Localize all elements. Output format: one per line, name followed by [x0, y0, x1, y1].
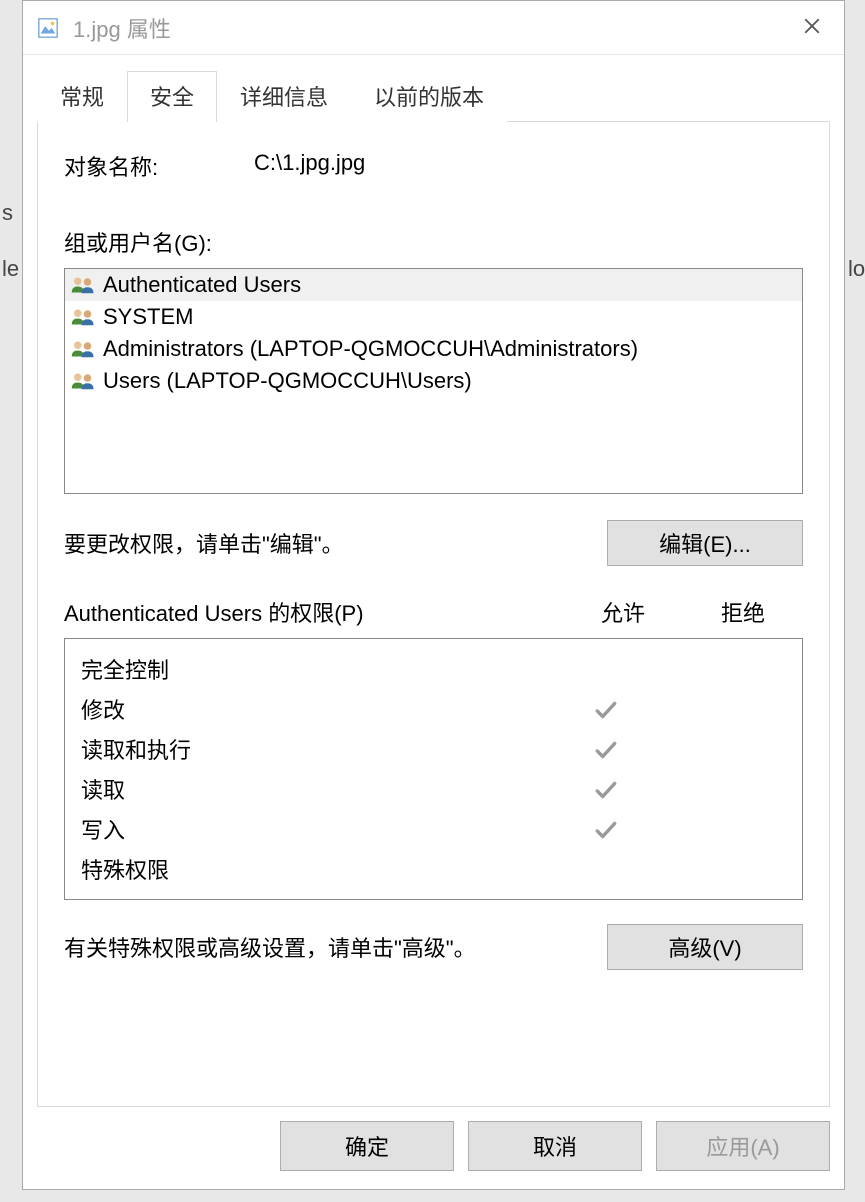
- cancel-button[interactable]: 取消: [468, 1121, 642, 1171]
- advanced-button[interactable]: 高级(V): [607, 924, 803, 970]
- titlebar: 1.jpg 属性: [23, 1, 844, 55]
- tab-previous-versions[interactable]: 以前的版本: [351, 71, 507, 122]
- permissions-header-deny: 拒绝: [683, 596, 803, 628]
- permission-row: 修改: [65, 689, 802, 729]
- permission-allow: [546, 775, 666, 802]
- list-item-label: Users (LAPTOP-QGMOCCUH\Users): [103, 368, 472, 394]
- permission-allow: [546, 695, 666, 722]
- permission-row: 读取: [65, 769, 802, 809]
- permission-allow: [546, 735, 666, 762]
- permission-name: 写入: [81, 813, 546, 845]
- list-item[interactable]: Administrators (LAPTOP-QGMOCCUH\Administ…: [65, 333, 802, 365]
- dialog-footer: 确定 取消 应用(A): [23, 1107, 844, 1189]
- permission-name: 特殊权限: [81, 853, 546, 885]
- object-name-label: 对象名称:: [64, 150, 254, 182]
- permission-row: 读取和执行: [65, 729, 802, 769]
- tab-general[interactable]: 常规: [37, 71, 127, 122]
- permission-name: 修改: [81, 693, 546, 725]
- list-item[interactable]: Authenticated Users: [65, 269, 802, 301]
- permissions-header: Authenticated Users 的权限(P) 允许 拒绝: [64, 596, 803, 628]
- tab-panel-security: 对象名称: C:\1.jpg.jpg 组或用户名(G): Authenticat…: [37, 121, 830, 1107]
- list-item-label: SYSTEM: [103, 304, 193, 330]
- permissions-header-allow: 允许: [563, 596, 683, 628]
- list-item[interactable]: SYSTEM: [65, 301, 802, 333]
- users-icon: [71, 339, 95, 359]
- window-title: 1.jpg 属性: [73, 12, 790, 44]
- edit-hint-text: 要更改权限，请单击"编辑"。: [64, 527, 607, 559]
- bg-text: s: [2, 200, 13, 226]
- close-icon: [803, 17, 821, 35]
- permission-row: 写入: [65, 809, 802, 849]
- permissions-header-name: Authenticated Users 的权限(P): [64, 596, 563, 628]
- dialog-content: 常规 安全 详细信息 以前的版本 对象名称: C:\1.jpg.jpg 组或用户…: [23, 55, 844, 1107]
- users-icon: [71, 307, 95, 327]
- properties-dialog: 1.jpg 属性 常规 安全 详细信息 以前的版本 对象名称: C:\1.jpg…: [22, 0, 845, 1190]
- permission-name: 读取和执行: [81, 733, 546, 765]
- permission-row: 特殊权限: [65, 849, 802, 889]
- list-item-label: Authenticated Users: [103, 272, 301, 298]
- object-name-row: 对象名称: C:\1.jpg.jpg: [64, 150, 803, 182]
- object-name-value: C:\1.jpg.jpg: [254, 150, 365, 182]
- list-item[interactable]: Users (LAPTOP-QGMOCCUH\Users): [65, 365, 802, 397]
- bg-text: le: [2, 256, 19, 282]
- permission-row: 完全控制: [65, 649, 802, 689]
- permission-name: 读取: [81, 773, 546, 805]
- edit-button[interactable]: 编辑(E)...: [607, 520, 803, 566]
- advanced-hint-row: 有关特殊权限或高级设置，请单击"高级"。 高级(V): [64, 924, 803, 970]
- advanced-hint-text: 有关特殊权限或高级设置，请单击"高级"。: [64, 931, 607, 963]
- ok-button[interactable]: 确定: [280, 1121, 454, 1171]
- bg-text: lo: [848, 256, 865, 282]
- permissions-listbox: 完全控制修改 读取和执行 读取 写入 特殊权限: [64, 638, 803, 900]
- users-icon: [71, 371, 95, 391]
- users-icon: [71, 275, 95, 295]
- edit-hint-row: 要更改权限，请单击"编辑"。 编辑(E)...: [64, 520, 803, 566]
- file-image-icon: [37, 17, 59, 39]
- groups-label: 组或用户名(G):: [64, 226, 803, 258]
- tab-security[interactable]: 安全: [127, 71, 217, 122]
- permission-allow: [546, 815, 666, 842]
- groups-listbox[interactable]: Authenticated Users SYSTEM Administrator…: [64, 268, 803, 494]
- close-button[interactable]: [790, 15, 834, 41]
- permission-name: 完全控制: [81, 653, 546, 685]
- list-item-label: Administrators (LAPTOP-QGMOCCUH\Administ…: [103, 336, 638, 362]
- tab-details[interactable]: 详细信息: [217, 71, 351, 122]
- tabstrip: 常规 安全 详细信息 以前的版本: [37, 73, 830, 121]
- apply-button[interactable]: 应用(A): [656, 1121, 830, 1171]
